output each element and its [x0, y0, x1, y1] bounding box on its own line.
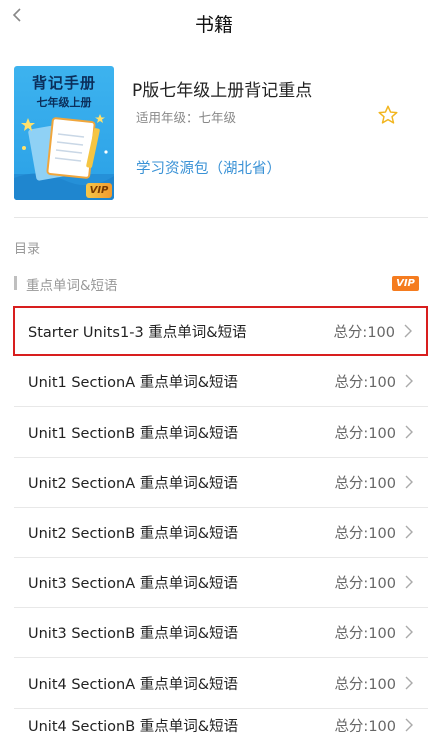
section-header[interactable]: 重点单词&短语 VIP — [14, 274, 428, 294]
section-vip-badge: VIP — [392, 276, 419, 291]
header-bar: 书籍 — [0, 0, 428, 44]
toc-item-title: Unit4 SectionB 重点单词&短语 — [28, 719, 239, 735]
chevron-right-icon — [405, 718, 413, 732]
toc-item-score: 总分:100 — [334, 626, 396, 642]
chevron-right-icon — [404, 324, 412, 338]
toc-item-title: Unit1 SectionA 重点单词&短语 — [28, 375, 239, 391]
toc-item-title: Unit4 SectionA 重点单词&短语 — [28, 677, 239, 693]
star-outline-icon — [378, 105, 398, 124]
cover-title-main: 背记手册 — [31, 74, 96, 92]
toc-item-score: 总分:100 — [334, 476, 396, 492]
book-cover[interactable]: 背记手册 七年级上册 VIP — [14, 66, 114, 200]
toc-item-score: 总分:100 — [334, 677, 396, 693]
section-marker — [14, 276, 17, 290]
toc-item-title: Unit3 SectionB 重点单词&短语 — [28, 626, 239, 642]
chevron-right-icon — [405, 625, 413, 639]
toc-item-6[interactable]: Unit3 SectionB 重点单词&短语 总分:100 — [14, 607, 428, 657]
chevron-right-icon — [405, 425, 413, 439]
toc-item-score: 总分:100 — [333, 325, 395, 341]
toc-item-title: Starter Units1-3 重点单词&短语 — [28, 325, 247, 341]
toc-item-1[interactable]: Unit1 SectionA 重点单词&短语 总分:100 — [14, 356, 428, 406]
book-grade: 适用年级：七年级 — [136, 110, 237, 125]
page-title: 书籍 — [194, 14, 233, 36]
toc-label: 目录 — [14, 242, 41, 257]
book-detail-page: 书籍 背记手册 七年级上册 VIP P版七年级上册背记重点 适用年级：七年级 学… — [0, 0, 428, 750]
toc-item-score: 总分:100 — [334, 426, 396, 442]
chevron-right-icon — [405, 525, 413, 539]
chevron-right-icon — [405, 575, 413, 589]
toc-item-title: Unit1 SectionB 重点单词&短语 — [28, 426, 239, 442]
favorite-button[interactable] — [377, 104, 399, 126]
cover-vip-badge: VIP — [86, 183, 112, 198]
toc-item-0[interactable]: Starter Units1-3 重点单词&短语 总分:100 — [13, 306, 428, 356]
toc-item-title: Unit2 SectionB 重点单词&短语 — [28, 526, 239, 542]
toc-item-score: 总分:100 — [334, 576, 396, 592]
book-name: P版七年级上册背记重点 — [132, 81, 313, 101]
toc-item-8[interactable]: Unit4 SectionB 重点单词&短语 总分:100 — [14, 700, 428, 750]
toc-item-title: Unit3 SectionA 重点单词&短语 — [28, 576, 239, 592]
toc-item-3[interactable]: Unit2 SectionA 重点单词&短语 总分:100 — [14, 457, 428, 507]
toc-item-score: 总分:100 — [334, 375, 396, 391]
resource-pack-link[interactable]: 学习资源包（湖北省） — [136, 157, 281, 178]
chevron-right-icon — [405, 374, 413, 388]
toc-item-score: 总分:100 — [334, 719, 396, 735]
section-title: 重点单词&短语 — [26, 278, 118, 294]
toc-item-2[interactable]: Unit1 SectionB 重点单词&短语 总分:100 — [14, 407, 428, 457]
chevron-right-icon — [405, 676, 413, 690]
toc-item-4[interactable]: Unit2 SectionB 重点单词&短语 总分:100 — [14, 507, 428, 557]
toc-item-title: Unit2 SectionA 重点单词&短语 — [28, 476, 239, 492]
divider — [14, 217, 428, 218]
toc-item-score: 总分:100 — [334, 526, 396, 542]
chevron-right-icon — [405, 475, 413, 489]
toc-item-5[interactable]: Unit3 SectionA 重点单词&短语 总分:100 — [14, 557, 428, 607]
